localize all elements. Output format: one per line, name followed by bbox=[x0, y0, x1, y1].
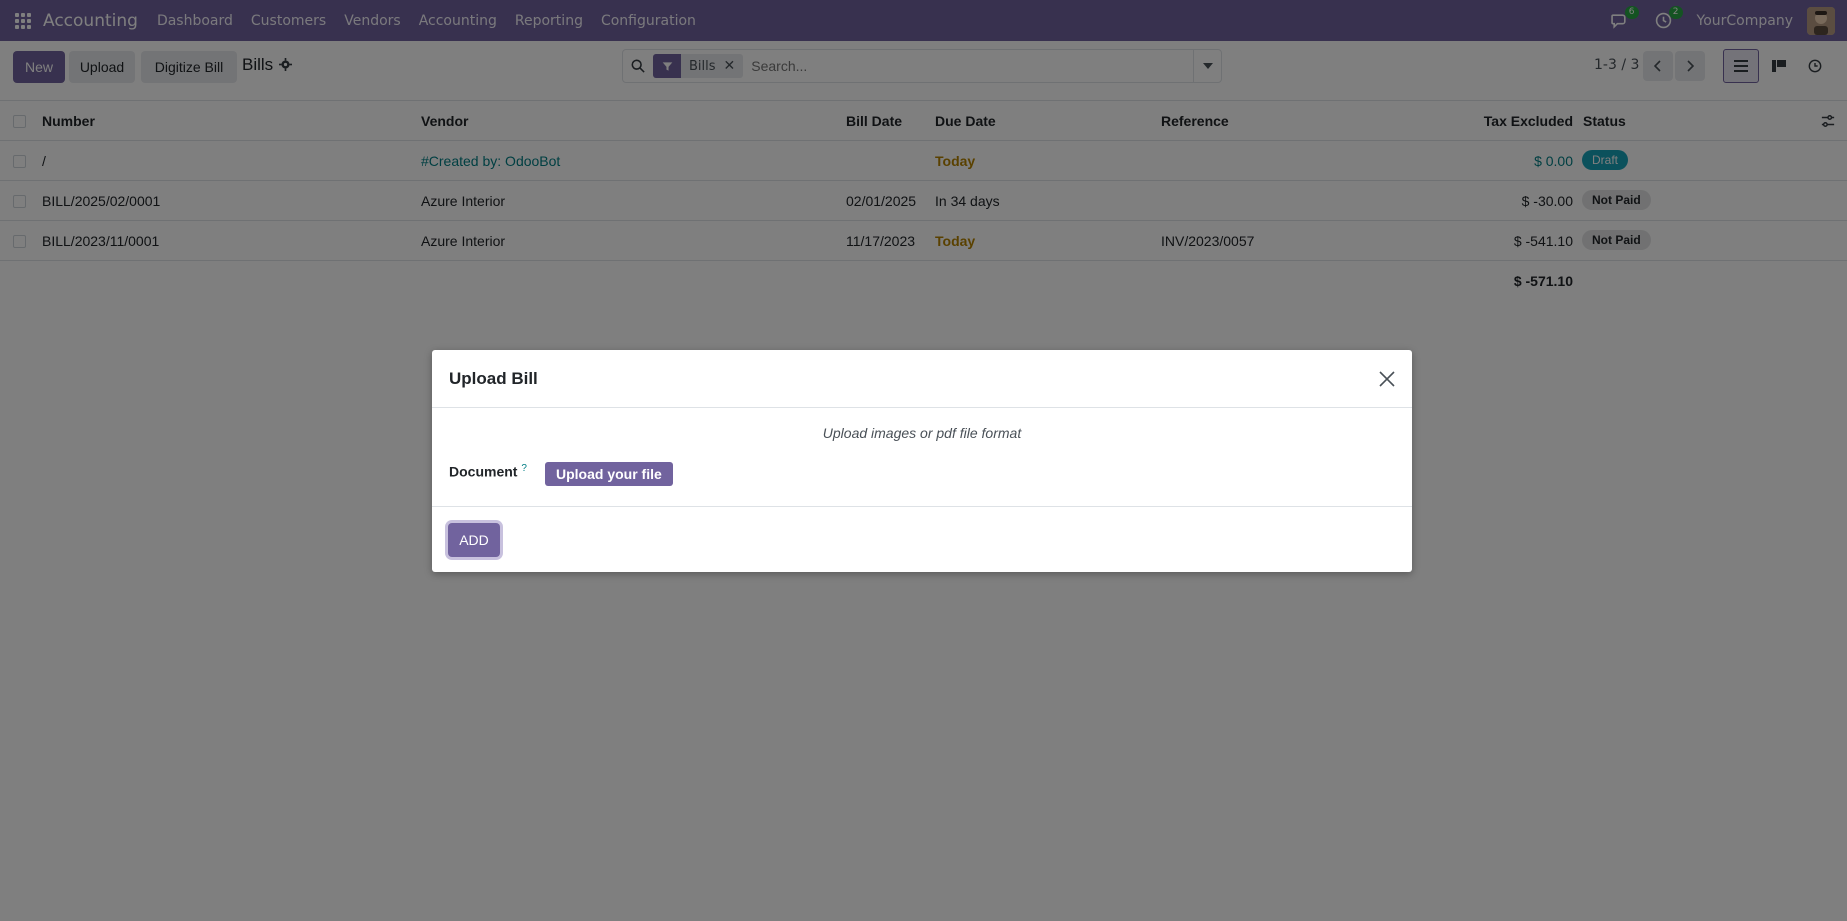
upload-your-file-button[interactable]: Upload your file bbox=[545, 462, 673, 486]
document-field-label: Document ? bbox=[449, 463, 527, 480]
close-icon bbox=[1379, 371, 1395, 387]
dialog-title: Upload Bill bbox=[449, 369, 538, 388]
help-tooltip-marker[interactable]: ? bbox=[521, 463, 527, 474]
close-dialog-button[interactable] bbox=[1376, 368, 1398, 390]
add-button[interactable]: ADD bbox=[448, 523, 500, 557]
dialog-header: Upload Bill bbox=[432, 350, 1412, 408]
upload-hint: Upload images or pdf file format bbox=[822, 425, 1022, 441]
upload-bill-dialog: Upload Bill Upload images or pdf file fo… bbox=[432, 350, 1412, 572]
document-label-text: Document bbox=[449, 463, 518, 480]
dialog-footer: ADD bbox=[432, 506, 1412, 572]
